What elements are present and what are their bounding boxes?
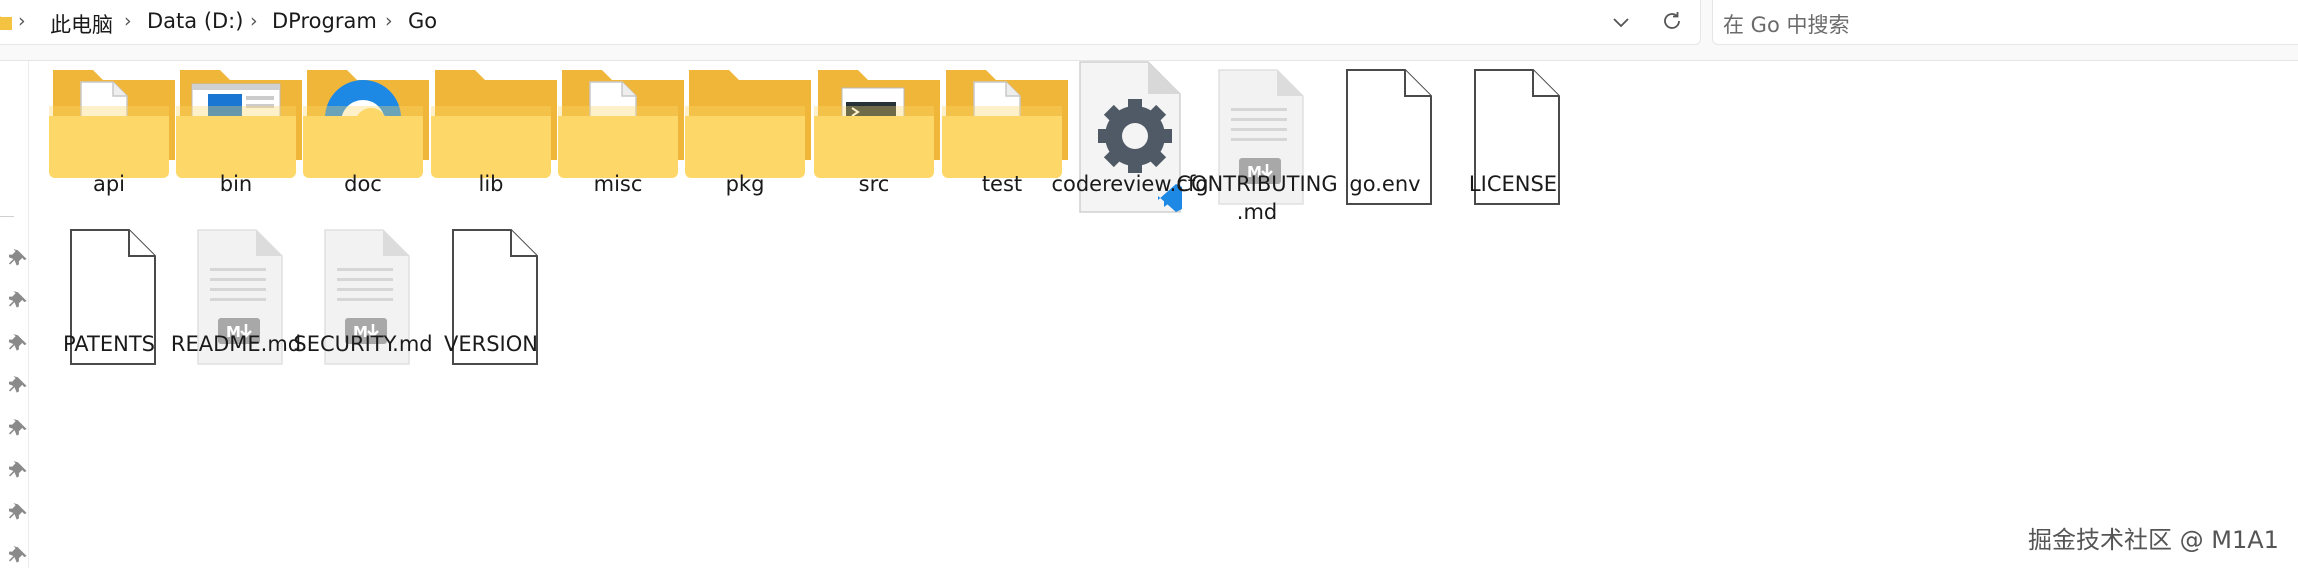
file-name-label: LICENSE [1468, 172, 1558, 196]
nav-divider [0, 216, 14, 217]
breadcrumb[interactable]: › 此电脑 › Data (D:) › DProgram › Go [0, 0, 1701, 45]
watermark-text: 掘金技术社区 @ M1A1 [2028, 526, 2279, 554]
breadcrumb-separator: › [250, 10, 258, 32]
pin-icon[interactable] [9, 418, 31, 440]
breadcrumb-separator: › [385, 10, 393, 32]
pin-icon[interactable] [9, 502, 31, 524]
breadcrumb-item-data-d[interactable]: Data (D:) [147, 9, 243, 33]
refresh-icon[interactable] [1660, 9, 1684, 33]
pin-icon[interactable] [9, 460, 31, 482]
breadcrumb-separator: › [18, 10, 26, 32]
file-name-label: VERSION [444, 332, 538, 356]
breadcrumb-item-dprogram[interactable]: DProgram [272, 9, 377, 33]
breadcrumb-item-go[interactable]: Go [408, 9, 437, 33]
search-box[interactable]: 在 Go 中搜索 [1712, 0, 2298, 45]
pin-icon[interactable] [9, 545, 31, 567]
folder-icon [0, 16, 12, 30]
chevron-down-icon[interactable] [1610, 11, 1632, 33]
search-input[interactable]: 在 Go 中搜索 [1723, 9, 1849, 39]
breadcrumb-separator: › [124, 10, 132, 32]
breadcrumb-item-this-pc[interactable]: 此电脑 [50, 9, 113, 39]
